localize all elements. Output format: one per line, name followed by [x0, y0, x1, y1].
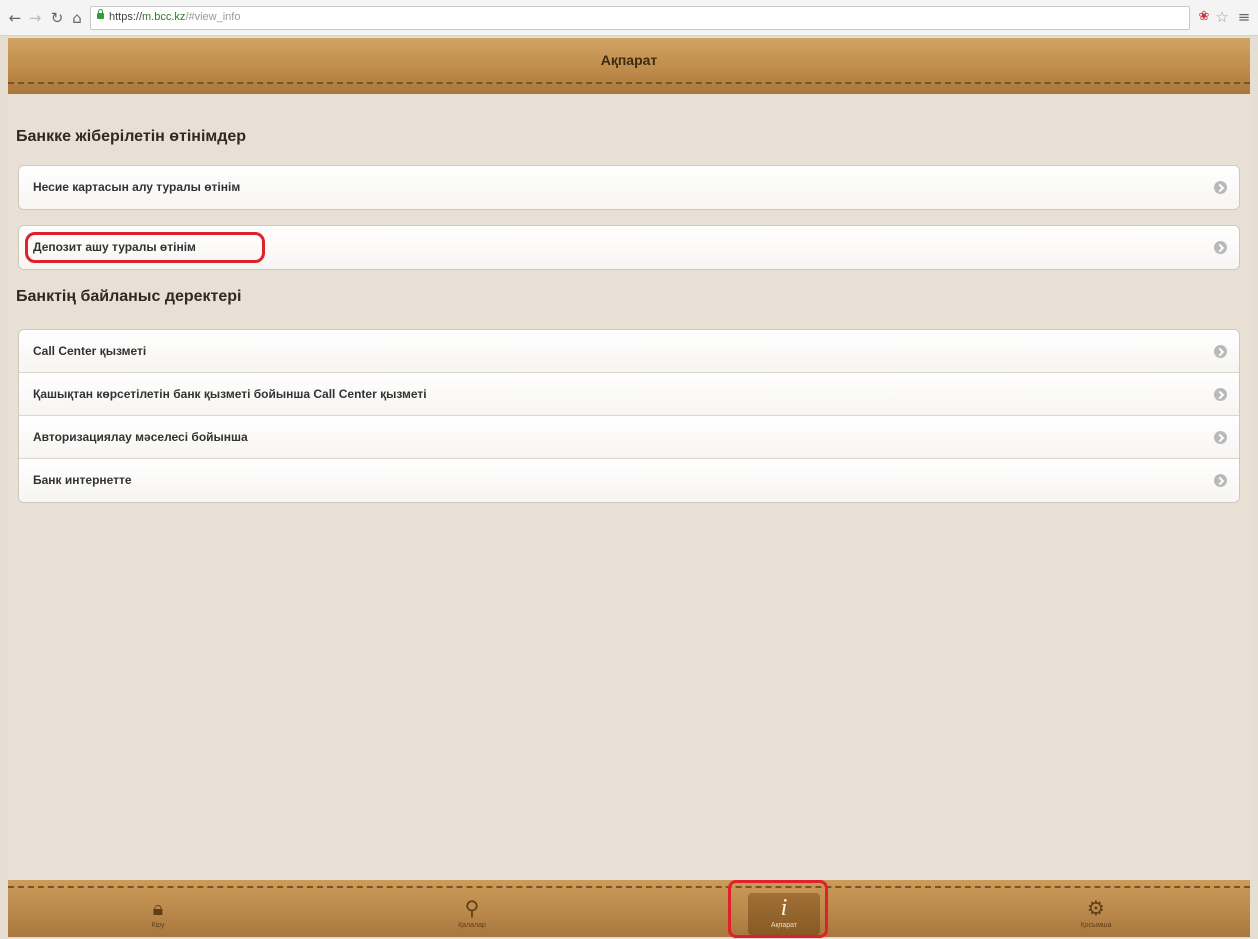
chevron-right-icon: [1214, 241, 1227, 254]
list-item-remote-banking-call-center[interactable]: Қашықтан көрсетілетін банк қызметі бойын…: [19, 373, 1239, 416]
list-group-credit-card: Несие картасын алу туралы өтінім: [18, 165, 1240, 210]
section-title-applications: Банкке жіберілетін өтінімдер: [16, 128, 247, 145]
reload-icon[interactable]: ↻: [48, 9, 66, 27]
highlight-annotation: [728, 880, 828, 938]
tab-label: Кіру: [151, 922, 165, 929]
tab-label: Қалалар: [458, 922, 486, 929]
section-title-contacts: Банктің байланыс деректері: [16, 288, 242, 305]
menu-icon[interactable]: ≡: [1236, 8, 1252, 26]
tab-branches[interactable]: ⚲ Қалалар: [402, 890, 542, 937]
forward-arrow-icon[interactable]: →: [26, 9, 44, 27]
list-item-label: Call Center қызметі: [33, 344, 147, 358]
browser-toolbar: ← → ↻ ⌂ https://m.bcc.kz/#view_info ❀ ☆ …: [0, 0, 1258, 36]
app-header: Ақпарат: [8, 38, 1250, 94]
extension-icon[interactable]: ❀: [1196, 9, 1212, 25]
tab-label: Қосымша: [1080, 922, 1112, 929]
gear-icon: ⚙: [1087, 896, 1105, 920]
list-group-contacts: Call Center қызметі Қашықтан көрсетілеті…: [18, 329, 1240, 503]
url-text: https://m.bcc.kz/#view_info: [109, 11, 240, 23]
lock-icon: [97, 9, 104, 19]
url-path: /#view_info: [185, 11, 241, 23]
list-item-label: Авторизациялау мәселесі бойынша: [33, 430, 248, 444]
list-item-credit-card-application[interactable]: Несие картасын алу туралы өтінім: [19, 166, 1239, 209]
tab-bar: 🔒︎ Кіру ⚲ Қалалар i Ақпарат ⚙ Қосымша: [8, 880, 1250, 937]
list-item-call-center[interactable]: Call Center қызметі: [19, 330, 1239, 373]
home-icon[interactable]: ⌂: [68, 9, 86, 27]
list-item-deposit-application[interactable]: Депозит ашу туралы өтінім: [19, 226, 1239, 269]
highlight-annotation: [25, 232, 265, 263]
url-scheme: https://: [109, 11, 143, 23]
list-group-deposit: Депозит ашу туралы өтінім: [18, 225, 1240, 270]
lock-icon: 🔒︎: [152, 896, 164, 920]
tab-settings[interactable]: ⚙ Қосымша: [1026, 890, 1166, 937]
map-pin-icon: ⚲: [464, 896, 480, 920]
tab-login[interactable]: 🔒︎ Кіру: [88, 890, 228, 937]
list-item-label: Қашықтан көрсетілетін банк қызметі бойын…: [33, 387, 427, 401]
main-content: Банкке жіберілетін өтінімдер Несие карта…: [8, 94, 1250, 880]
list-item-label: Банк интернетте: [33, 473, 132, 487]
chevron-right-icon: [1214, 431, 1227, 444]
list-item-label: Несие картасын алу туралы өтінім: [33, 180, 241, 194]
chevron-right-icon: [1214, 474, 1227, 487]
list-item-bank-online[interactable]: Банк интернетте: [19, 459, 1239, 502]
page-title: Ақпарат: [600, 52, 658, 68]
address-bar[interactable]: https://m.bcc.kz/#view_info: [90, 6, 1190, 30]
chevron-right-icon: [1214, 388, 1227, 401]
list-item-authorization-issues[interactable]: Авторизациялау мәселесі бойынша: [19, 416, 1239, 459]
star-icon[interactable]: ☆: [1214, 8, 1230, 26]
chevron-right-icon: [1214, 345, 1227, 358]
url-host: m.bcc.kz: [142, 11, 186, 23]
back-arrow-icon[interactable]: ←: [6, 9, 24, 27]
chevron-right-icon: [1214, 181, 1227, 194]
